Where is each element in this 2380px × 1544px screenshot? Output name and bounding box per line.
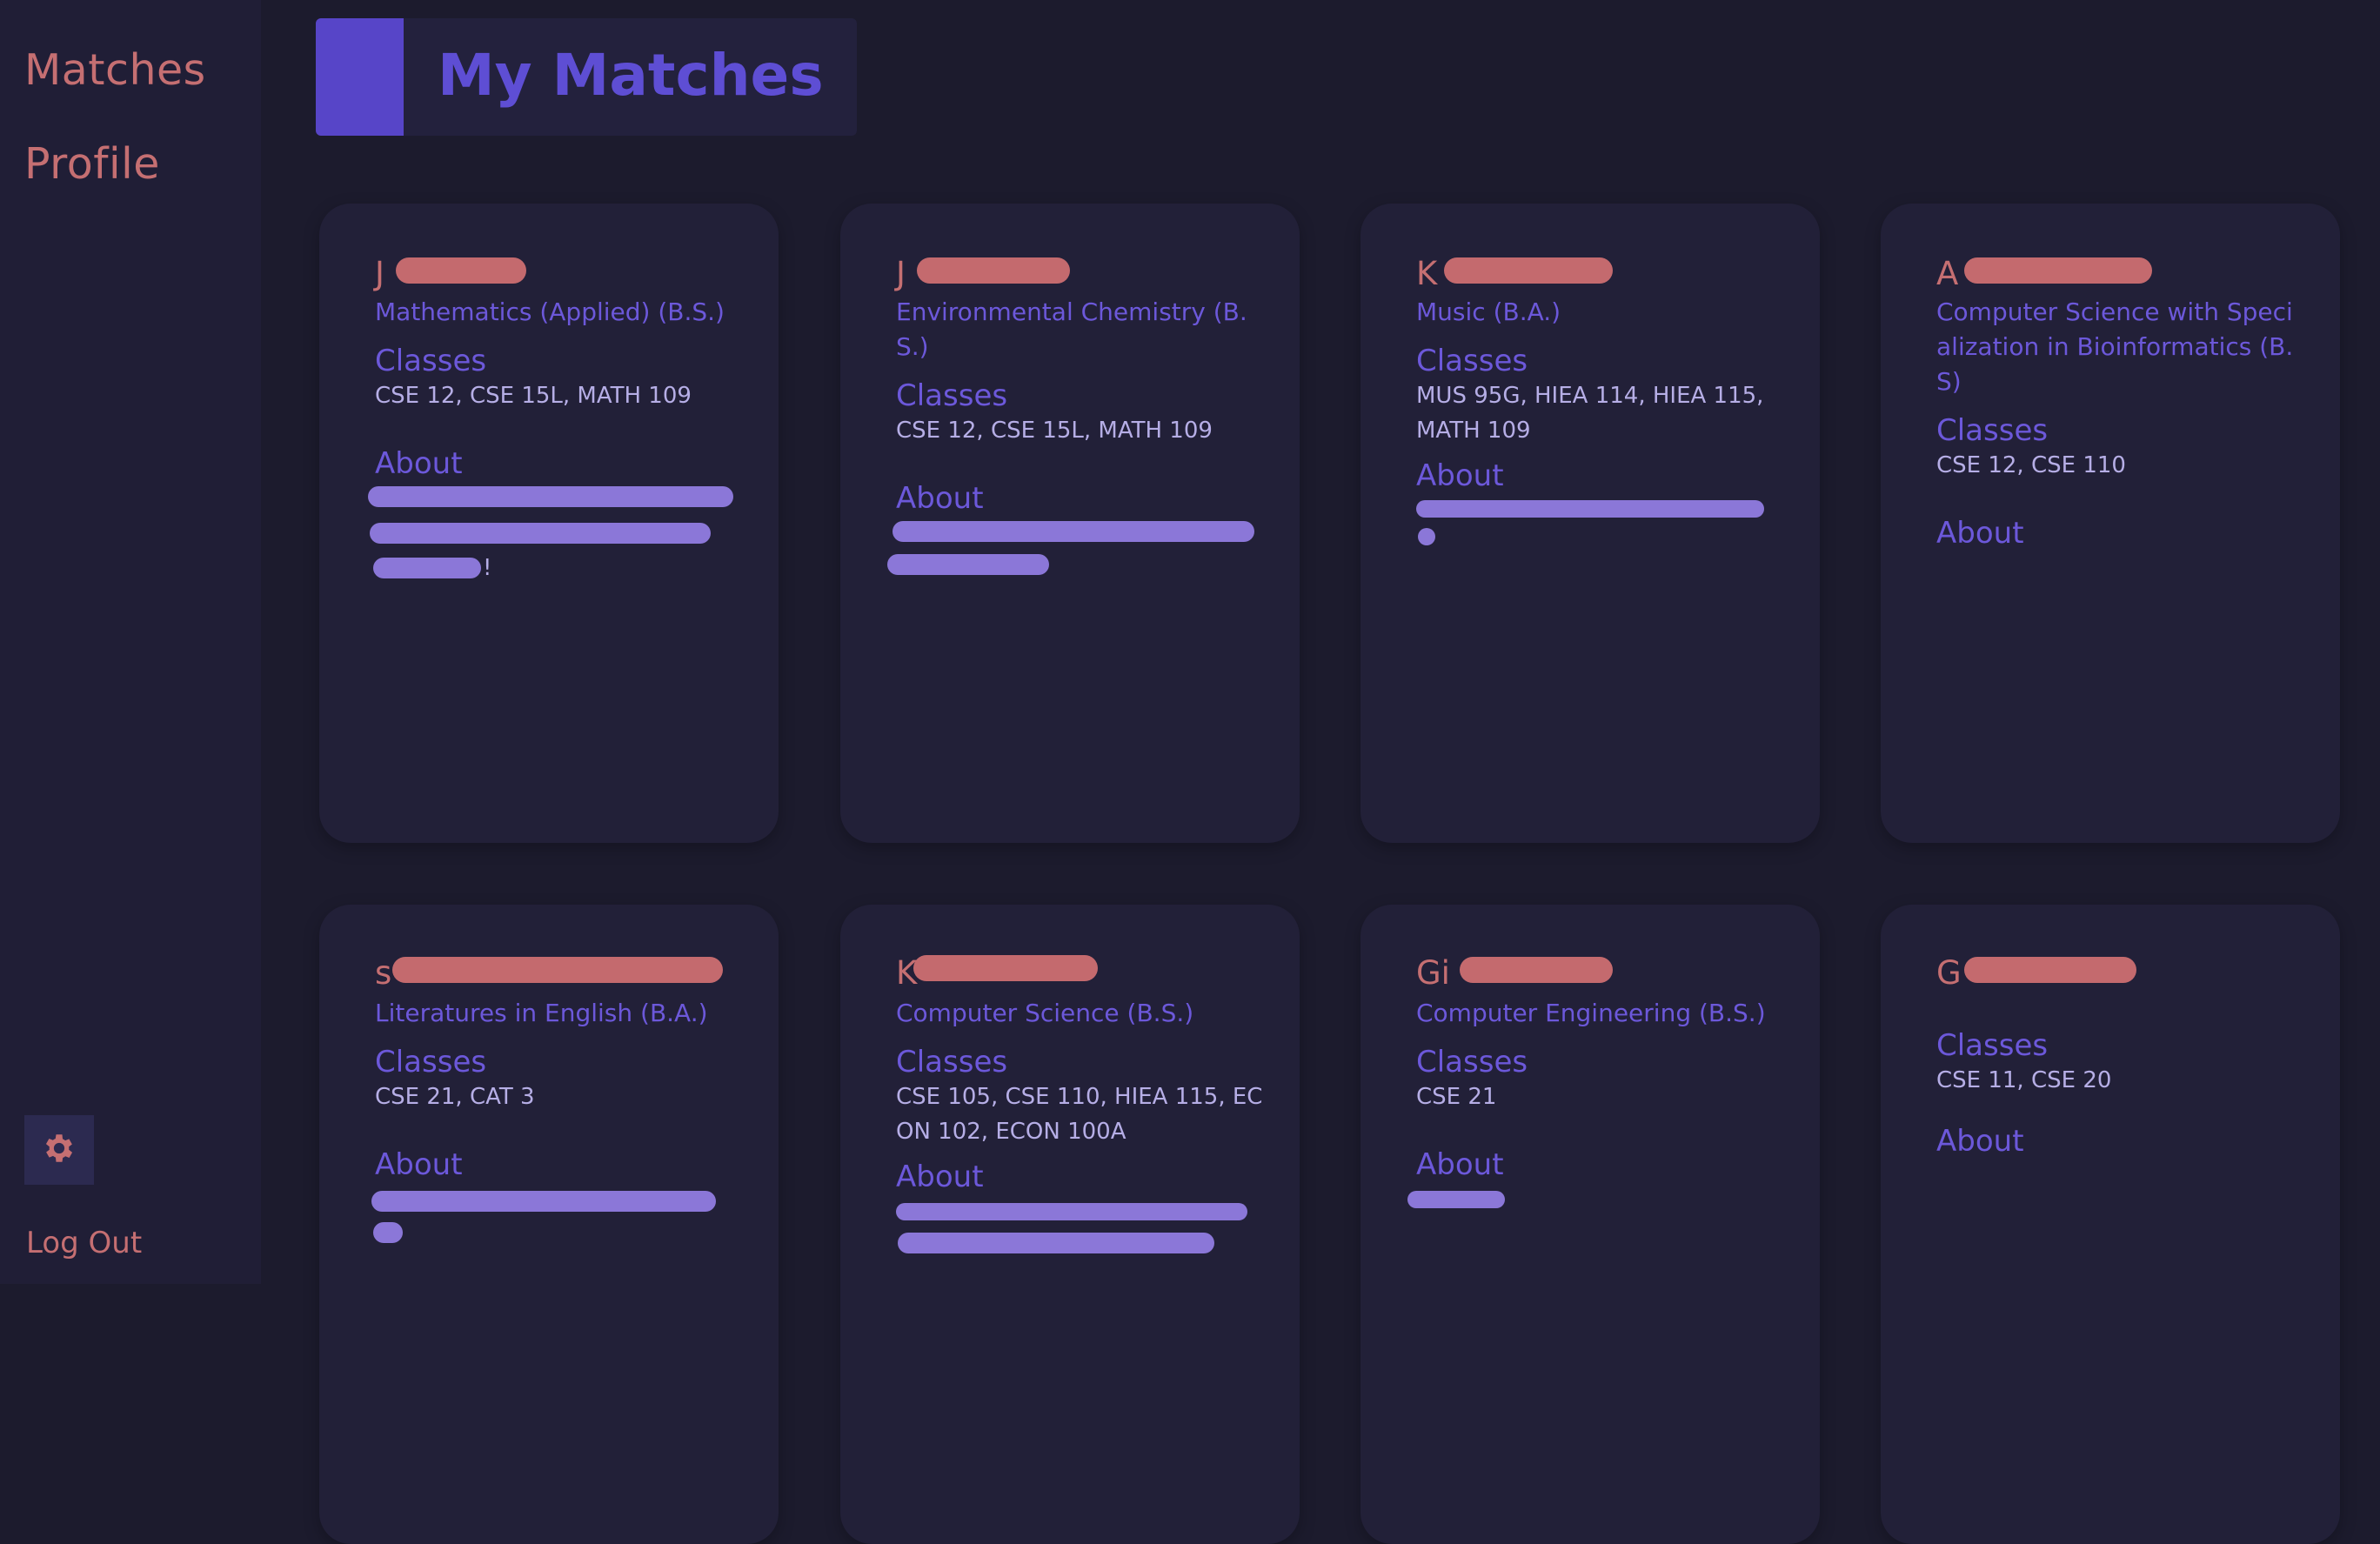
redaction-mark: [370, 523, 711, 544]
match-card[interactable]: Gi Computer Engineering (B.S.) Classes C…: [1360, 905, 1820, 1544]
about-heading: About: [896, 481, 984, 516]
match-about: !: [368, 481, 744, 585]
classes-heading: Classes: [375, 344, 487, 378]
match-card[interactable]: J Mathematics (Applied) (B.S.) Classes C…: [319, 204, 779, 843]
match-classes: CSE 11, CSE 20: [1936, 1067, 2112, 1093]
classes-heading: Classes: [1416, 1045, 1528, 1079]
match-classes: MUS 95G, HIEA 114, HIEA 115, MATH 109: [1416, 383, 1764, 444]
match-about: [1407, 1182, 1785, 1226]
about-heading: About: [375, 446, 463, 481]
nav-profile[interactable]: Profile: [24, 143, 160, 185]
redaction-mark: [892, 521, 1254, 542]
match-classes: CSE 105, CSE 110, HIEA 115, ECON 102, EC…: [896, 1084, 1263, 1145]
redaction-mark: [373, 1222, 403, 1243]
about-heading: About: [1416, 1147, 1504, 1182]
redaction-mark: [371, 1191, 716, 1212]
match-name: K: [1416, 255, 1438, 292]
match-name: A: [1936, 255, 1959, 292]
match-card[interactable]: A Computer Science with Specialization i…: [1881, 204, 2340, 843]
about-heading: About: [1936, 1124, 2024, 1159]
match-card[interactable]: J Environmental Chemistry (B.S.) Classes…: [840, 204, 1300, 843]
classes-heading: Classes: [1936, 413, 2049, 448]
match-name: G: [1936, 954, 1962, 992]
redaction-mark: [896, 1203, 1247, 1220]
match-classes: CSE 12, CSE 15L, MATH 109: [375, 383, 692, 409]
redaction-mark: [368, 486, 733, 507]
classes-heading: Classes: [896, 378, 1008, 413]
redaction-mark: [1418, 528, 1435, 545]
match-card[interactable]: K Computer Science (B.S.) Classes CSE 10…: [840, 905, 1300, 1544]
redaction-mark: [392, 957, 723, 983]
redaction-mark: [373, 558, 481, 578]
match-name: J: [896, 255, 906, 292]
match-name: Gi: [1416, 954, 1450, 992]
redaction-mark: [887, 554, 1049, 575]
redaction-mark: [917, 257, 1070, 284]
match-classes: CSE 21, CAT 3: [375, 1084, 535, 1110]
redaction-mark: [396, 257, 526, 284]
gear-icon: [41, 1130, 77, 1170]
settings-button[interactable]: [24, 1115, 94, 1185]
redaction-mark: [1407, 1191, 1505, 1208]
match-name: s: [375, 954, 392, 992]
match-major: Environmental Chemistry (B.S.): [896, 297, 1247, 361]
match-classes: CSE 21: [1416, 1084, 1497, 1110]
match-major: Computer Science with Specialization in …: [1936, 297, 2294, 396]
redaction-mark: [898, 1233, 1214, 1253]
match-card[interactable]: K Music (B.A.) Classes MUS 95G, HIEA 114…: [1360, 204, 1820, 843]
match-name: J: [375, 255, 384, 292]
sidebar: Matches Profile Log Out: [0, 0, 261, 1284]
match-card[interactable]: G Classes CSE 11, CSE 20 About: [1881, 905, 2340, 1544]
match-about: [896, 1194, 1265, 1255]
page-title: My Matches: [438, 42, 824, 109]
page-title-box: My Matches: [316, 18, 857, 136]
redaction-mark: [1964, 257, 2152, 284]
redaction-mark: [1444, 257, 1613, 284]
redaction-mark: [913, 955, 1098, 981]
about-heading: About: [1416, 458, 1504, 493]
match-major: Music (B.A.): [1416, 297, 1561, 326]
match-about: [887, 516, 1265, 594]
logout-link[interactable]: Log Out: [26, 1228, 142, 1258]
match-card[interactable]: s Literatures in English (B.A.) Classes …: [319, 905, 779, 1544]
classes-heading: Classes: [1416, 344, 1528, 378]
match-major: Literatures in English (B.A.): [375, 999, 708, 1027]
about-heading: About: [1936, 516, 2024, 551]
redaction-mark: [1460, 957, 1613, 983]
classes-heading: Classes: [375, 1045, 487, 1079]
nav-matches[interactable]: Matches: [24, 49, 206, 91]
classes-heading: Classes: [1936, 1028, 2049, 1063]
redaction-mark: [1416, 500, 1764, 518]
classes-heading: Classes: [896, 1045, 1008, 1079]
match-about: [371, 1182, 744, 1243]
about-heading: About: [896, 1160, 984, 1194]
about-heading: About: [375, 1147, 463, 1182]
match-classes: CSE 12, CSE 15L, MATH 109: [896, 418, 1213, 444]
match-major: Mathematics (Applied) (B.S.): [375, 297, 725, 326]
redaction-mark: [1964, 957, 2136, 983]
match-major: Computer Science (B.S.): [896, 999, 1194, 1027]
match-major: Computer Engineering (B.S.): [1416, 999, 1766, 1027]
match-about: [1416, 493, 1785, 554]
match-classes: CSE 12, CSE 110: [1936, 452, 2126, 478]
title-accent-bar: [316, 18, 404, 136]
